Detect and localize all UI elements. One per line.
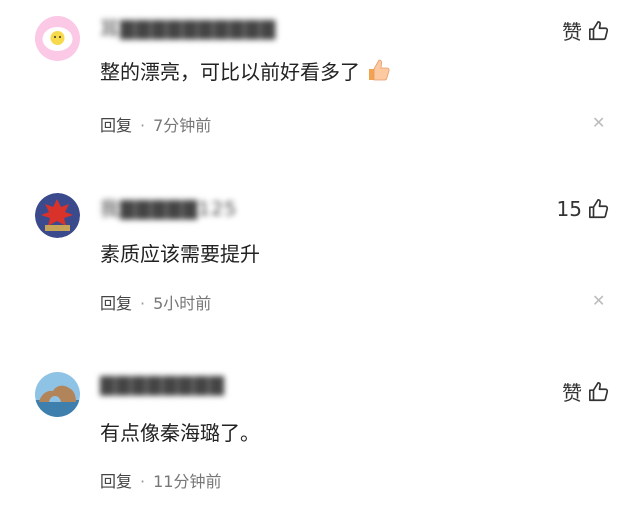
close-icon[interactable]: ✕ <box>592 113 605 132</box>
timestamp: 5小时前 <box>153 294 212 313</box>
like-button[interactable]: 赞 <box>562 16 610 45</box>
reply-button[interactable]: 回复 <box>100 116 132 135</box>
thumbs-up-icon <box>588 198 610 220</box>
like-button[interactable]: 赞 <box>562 377 610 406</box>
comment-text: 有点像秦海璐了。 <box>100 421 260 445</box>
separator-dot: · <box>140 116 146 135</box>
reply-button[interactable]: 回复 <box>100 472 132 491</box>
avatar[interactable] <box>35 193 80 238</box>
like-count: 15 <box>556 197 582 221</box>
avatar[interactable] <box>35 16 80 61</box>
username[interactable]: 我▇▇▇▇▇125 <box>100 194 237 220</box>
thumbs-up-emoji-icon <box>366 57 392 83</box>
comment-meta: 回复 · 11分钟前 <box>100 468 221 492</box>
timestamp: 7分钟前 <box>153 116 212 135</box>
autumn-leaves-avatar-icon <box>35 193 80 238</box>
avatar[interactable] <box>35 372 80 417</box>
like-label: 赞 <box>562 20 582 44</box>
close-icon[interactable]: ✕ <box>592 291 605 310</box>
username[interactable]: 耳▇▇▇▇▇▇▇▇▇▇ <box>100 14 276 40</box>
separator-dot: · <box>140 472 146 491</box>
timestamp: 11分钟前 <box>153 472 222 491</box>
comment-meta: 回复 · 7分钟前 <box>100 112 211 136</box>
reply-button[interactable]: 回复 <box>100 294 132 313</box>
seaside-rock-avatar-icon <box>35 372 80 417</box>
thumbs-up-icon <box>588 20 610 42</box>
egg-avatar-icon <box>35 16 80 61</box>
separator-dot: · <box>140 294 146 313</box>
like-button[interactable]: 15 <box>557 197 610 221</box>
comment-meta: 回复 · 5小时前 <box>100 290 211 314</box>
comment-text: 整的漂亮，可比以前好看多了 <box>100 57 392 85</box>
like-label: 赞 <box>562 381 582 405</box>
thumbs-up-icon <box>588 381 610 403</box>
username[interactable]: ▇▇▇▇▇▇▇▇ <box>100 374 225 396</box>
comment-text: 素质应该需要提升 <box>100 242 260 266</box>
